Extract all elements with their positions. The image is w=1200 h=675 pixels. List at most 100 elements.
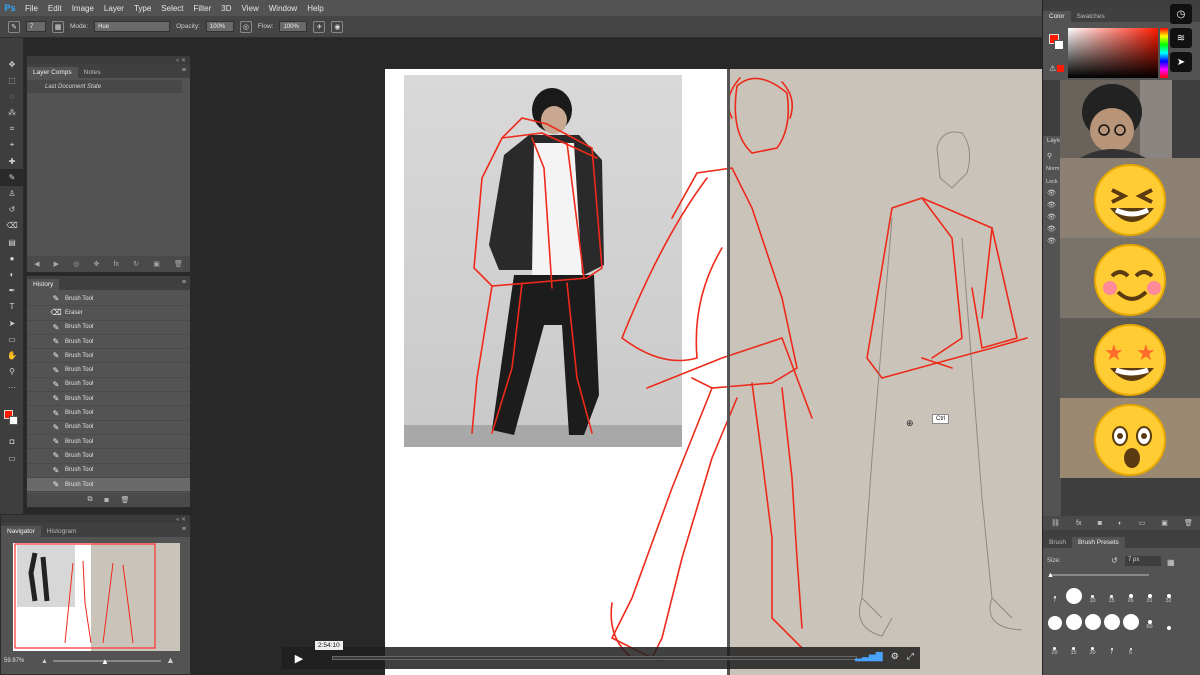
history-state[interactable]: ✎ Brush Tool xyxy=(27,363,190,378)
zoom-slider-handle[interactable]: ▲ xyxy=(101,657,109,666)
reset-size-icon[interactable]: ↺ xyxy=(1111,556,1118,565)
layer-visibility-icon[interactable]: 👁 xyxy=(1043,221,1061,233)
pressure-size-icon[interactable]: ◉ xyxy=(331,20,344,33)
screen-mode-icon[interactable]: ▭ xyxy=(0,450,24,466)
tab-notes[interactable]: Notes xyxy=(78,67,107,78)
history-state[interactable]: ✎ Brush Tool xyxy=(27,464,190,478)
clock-icon[interactable]: ◷ xyxy=(1170,4,1192,24)
more-tools-icon[interactable]: ··· xyxy=(0,380,24,396)
clone-stamp-tool-icon[interactable]: ♙ xyxy=(0,186,24,202)
menu-select[interactable]: Select xyxy=(156,4,188,13)
video-progress-bar[interactable] xyxy=(332,656,857,660)
apply-appearance-icon[interactable]: fx xyxy=(114,261,119,268)
quick-mask-icon[interactable]: ◘ xyxy=(0,433,24,449)
history-snapshot-checkbox[interactable] xyxy=(31,351,43,361)
layer-visibility-icon[interactable]: 👁 xyxy=(1043,209,1061,221)
history-state[interactable]: ✎ Brush Tool xyxy=(27,378,190,393)
history-snapshot-checkbox[interactable] xyxy=(31,480,43,490)
type-tool-icon[interactable]: T xyxy=(0,299,24,315)
dodge-tool-icon[interactable]: ◐ xyxy=(0,266,24,282)
brush-size-value[interactable]: 7 px xyxy=(1125,556,1161,566)
history-snapshot-checkbox[interactable] xyxy=(31,408,43,418)
brush-preset[interactable] xyxy=(1159,604,1178,630)
history-snapshot-checkbox[interactable] xyxy=(31,337,43,347)
apply-visibility-icon[interactable]: ◎ xyxy=(73,260,79,268)
history-snapshot-checkbox[interactable] xyxy=(31,322,43,332)
opacity-field[interactable]: 100% xyxy=(205,21,234,32)
history-brush-tool-icon[interactable]: ↺ xyxy=(0,202,24,218)
history-snapshot-checkbox[interactable] xyxy=(31,379,43,389)
new-layer-icon[interactable]: ▣ xyxy=(1161,519,1168,527)
panel-menu-icon[interactable]: ≡ xyxy=(182,279,186,286)
tab-swatches[interactable]: Swatches xyxy=(1071,11,1111,22)
tab-history[interactable]: History xyxy=(27,279,60,290)
new-group-icon[interactable]: ▭ xyxy=(1138,519,1145,527)
fx-icon[interactable]: fx xyxy=(1076,520,1081,527)
brush-preset[interactable]: 15 xyxy=(1064,630,1083,656)
tab-navigator[interactable]: Navigator xyxy=(1,526,41,537)
filter-icon[interactable]: ⚲ xyxy=(1043,146,1061,160)
menu-image[interactable]: Image xyxy=(67,4,99,13)
marquee-tool-icon[interactable]: ⬚ xyxy=(0,72,24,88)
layers-stack-icon[interactable]: ≋ xyxy=(1170,28,1192,48)
adjustment-layer-icon[interactable]: ◐ xyxy=(1118,520,1122,527)
brush-tool-preset-icon[interactable]: ✎ xyxy=(8,20,20,33)
zoom-level-field[interactable]: 59.87% xyxy=(4,658,24,664)
brush-preset[interactable] xyxy=(1102,604,1121,630)
menu-window[interactable]: Window xyxy=(264,4,302,13)
airbrush-icon[interactable]: ✈ xyxy=(313,20,326,33)
brush-preset[interactable]: 5 xyxy=(1121,630,1140,656)
menu-type[interactable]: Type xyxy=(129,4,156,13)
panel-menu-icon[interactable]: ≡ xyxy=(182,526,186,533)
eyedropper-tool-icon[interactable]: ⌖ xyxy=(0,137,24,153)
flow-field[interactable]: 100% xyxy=(279,21,308,32)
brush-tool-icon[interactable]: ✎ xyxy=(0,169,24,186)
next-comp-icon[interactable]: ▶ xyxy=(54,260,59,268)
brush-preset[interactable]: 30 xyxy=(1083,630,1102,656)
pressure-opacity-icon[interactable]: ◎ xyxy=(239,20,252,33)
layer-visibility-icon[interactable]: 👁 xyxy=(1043,185,1061,197)
brush-preset[interactable]: 15 xyxy=(1102,578,1121,604)
zoom-in-icon[interactable]: ▲ xyxy=(166,655,175,665)
document-window[interactable]: ⊕ Ctrl xyxy=(192,38,1042,675)
update-comp-icon[interactable]: ↻ xyxy=(133,260,139,268)
menu-file[interactable]: File xyxy=(20,4,43,13)
history-state[interactable]: ✎ Brush Tool xyxy=(27,335,190,350)
brush-preset[interactable]: 7 xyxy=(1102,630,1121,656)
path-select-tool-icon[interactable]: ➤ xyxy=(0,315,24,331)
history-state[interactable]: ✎ Brush Tool xyxy=(27,392,190,407)
menu-3d[interactable]: 3D xyxy=(216,4,236,13)
fullscreen-icon[interactable]: ⤢ xyxy=(907,651,914,662)
hue-slider[interactable] xyxy=(1160,28,1168,78)
blend-mode-select[interactable]: Norm xyxy=(1043,160,1061,172)
brush-preset[interactable]: 32 xyxy=(1159,578,1178,604)
hand-tool-icon[interactable]: ✋ xyxy=(0,347,24,363)
apply-position-icon[interactable]: ✥ xyxy=(93,260,99,268)
healing-brush-tool-icon[interactable]: ✚ xyxy=(0,153,24,169)
history-state[interactable]: ✎ Brush Tool xyxy=(27,349,190,364)
tab-histogram[interactable]: Histogram xyxy=(41,526,83,537)
delete-layer-icon[interactable]: 🗑 xyxy=(1184,519,1193,527)
send-icon[interactable]: ➤ xyxy=(1170,52,1192,72)
background-color-swatch[interactable] xyxy=(9,416,18,425)
history-state[interactable]: ✎ Brush Tool xyxy=(27,477,190,493)
brush-panel-toggle-icon[interactable]: ▦ xyxy=(52,20,64,33)
blur-tool-icon[interactable]: ● xyxy=(0,250,24,266)
gradient-tool-icon[interactable]: ▤ xyxy=(0,234,24,250)
play-button[interactable]: ▶ xyxy=(282,647,316,669)
brush-preset[interactable]: 60 xyxy=(1140,604,1159,630)
brush-presets-options-icon[interactable]: ▦ xyxy=(1167,558,1175,567)
menu-layer[interactable]: Layer xyxy=(99,4,129,13)
delete-comp-icon[interactable]: 🗑 xyxy=(174,260,183,268)
eraser-tool-icon[interactable]: ⌫ xyxy=(0,218,24,234)
panel-menu-icon[interactable]: ≡ xyxy=(182,67,186,74)
gamut-color-chip[interactable] xyxy=(1057,65,1064,72)
layer-visibility-icon[interactable]: 👁 xyxy=(1043,233,1061,245)
snapshot-icon[interactable]: ◙ xyxy=(104,497,108,504)
bg-color-chip[interactable] xyxy=(1054,40,1064,50)
layer-visibility-icon[interactable]: 👁 xyxy=(1043,197,1061,209)
history-state[interactable]: ✎ Brush Tool xyxy=(27,292,190,307)
history-snapshot-checkbox[interactable] xyxy=(31,365,43,375)
zoom-tool-icon[interactable]: ⚲ xyxy=(0,364,24,380)
menu-filter[interactable]: Filter xyxy=(189,4,217,13)
